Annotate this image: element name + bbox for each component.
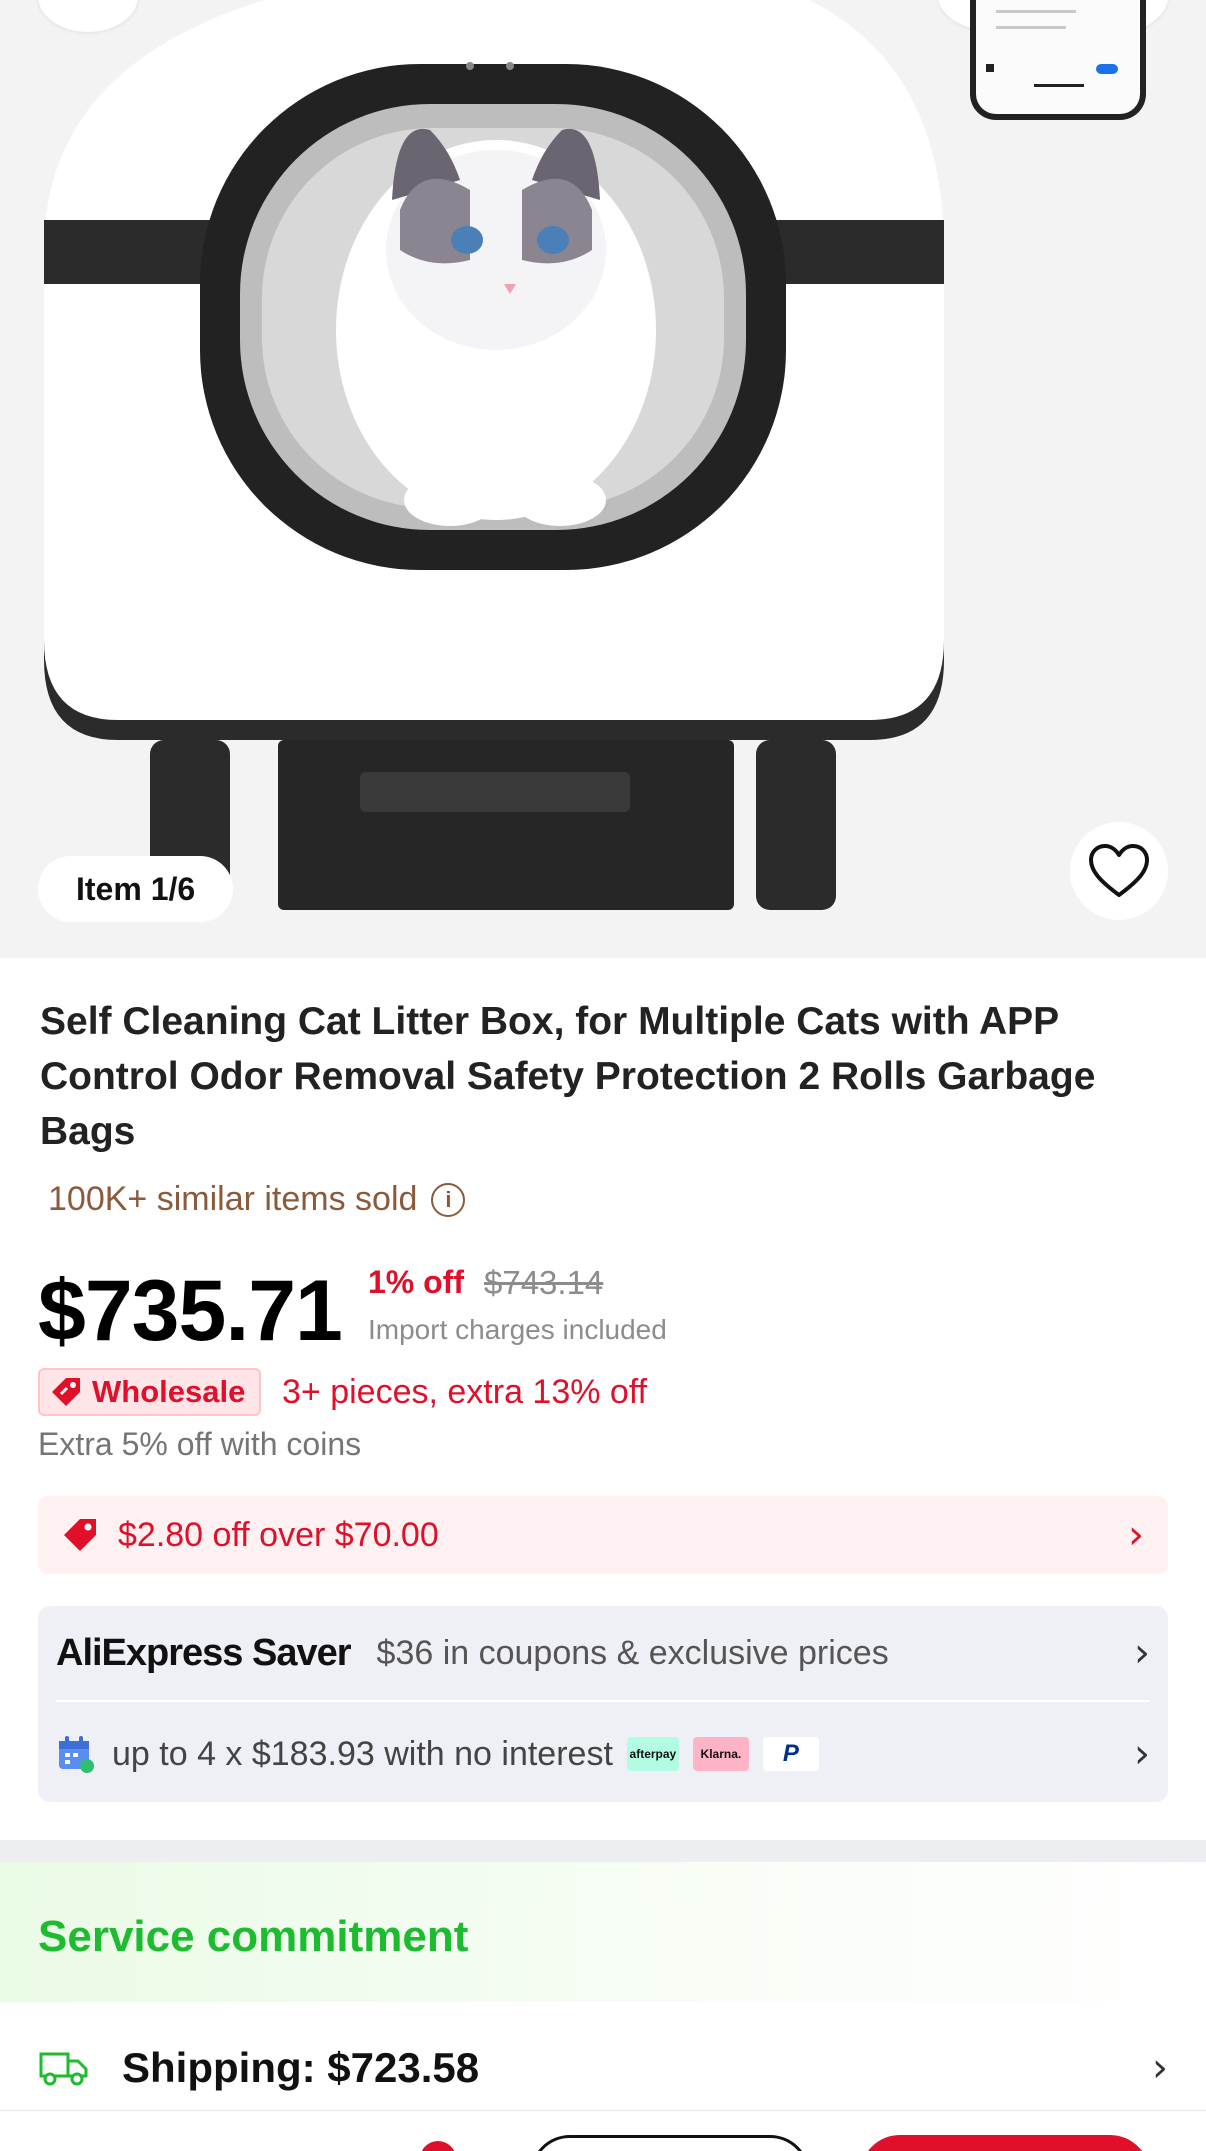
calendar-icon [59, 1736, 94, 1773]
coupon-tag-icon [64, 1519, 96, 1551]
truck-icon [39, 2052, 88, 2086]
bottom-action-bar [0, 2110, 1206, 2151]
saver-row[interactable]: AliExpress Saver $36 in coupons & exclus… [56, 1606, 1150, 1702]
afterpay-logo: afterpay [626, 1737, 679, 1771]
product-image [0, 0, 1206, 958]
coins-offer: Extra 5% off with coins [38, 1426, 362, 1462]
saver-card: AliExpress Saver $36 in coupons & exclus… [38, 1606, 1168, 1802]
wishlist-button[interactable] [1070, 822, 1168, 920]
buy-now-button[interactable] [860, 2135, 1150, 2151]
chevron-right-icon: › [1134, 1731, 1150, 1777]
saver-text: $36 in coupons & exclusive prices [376, 1633, 889, 1672]
original-price: $743.14 [484, 1264, 604, 1301]
wholesale-badge: Wholesale [38, 1368, 262, 1416]
product-title: Self Cleaning Cat Litter Box, for Multip… [40, 1000, 1096, 1153]
service-title: Service commitment [38, 1912, 469, 1961]
phone-screen-image [986, 10, 1118, 87]
product-image-gallery[interactable]: Item 1/6 [0, 0, 1206, 958]
heart-icon [1089, 844, 1149, 897]
current-price: $735.71 [38, 1263, 343, 1359]
installments-row[interactable]: up to 4 x $183.93 with no interest after… [56, 1706, 1150, 1802]
image-counter-text: Item 1/6 [76, 871, 196, 907]
image-counter: Item 1/6 [38, 856, 234, 922]
tag-icon [52, 1378, 80, 1406]
shipping-row[interactable]: Shipping: $723.58 › [38, 2036, 1168, 2100]
cart-badge[interactable] [420, 2141, 456, 2151]
discount-percent: 1% off [368, 1264, 464, 1300]
aliexpress-saver-logo: AliExpress Saver [56, 1631, 352, 1674]
add-to-cart-button[interactable] [530, 2135, 810, 2151]
installments-text: up to 4 x $183.93 with no interest [112, 1734, 613, 1773]
chevron-right-icon: › [1152, 2045, 1168, 2091]
paypal-logo: P [762, 1737, 819, 1771]
sold-count-text: 100K+ similar items sold [48, 1180, 418, 1218]
shipping-cost: Shipping: $723.58 [122, 2044, 480, 2091]
coupon-text: $2.80 off over $70.00 [118, 1515, 439, 1554]
app-phone-thumbnail [970, 0, 1146, 120]
klarna-logo: Klarna. [692, 1737, 749, 1771]
coupon-row[interactable]: $2.80 off over $70.00 › [38, 1496, 1168, 1574]
chevron-right-icon: › [1134, 1630, 1150, 1676]
wholesale-offer: 3+ pieces, extra 13% off [282, 1373, 648, 1411]
chevron-right-icon: › [1128, 1512, 1144, 1558]
wholesale-label: Wholesale [92, 1374, 246, 1409]
import-charges-note: Import charges included [368, 1314, 667, 1345]
info-icon[interactable]: i [431, 1182, 466, 1217]
section-divider [0, 1840, 1206, 1862]
sold-count: 100K+ similar items sold i [48, 1180, 466, 1219]
